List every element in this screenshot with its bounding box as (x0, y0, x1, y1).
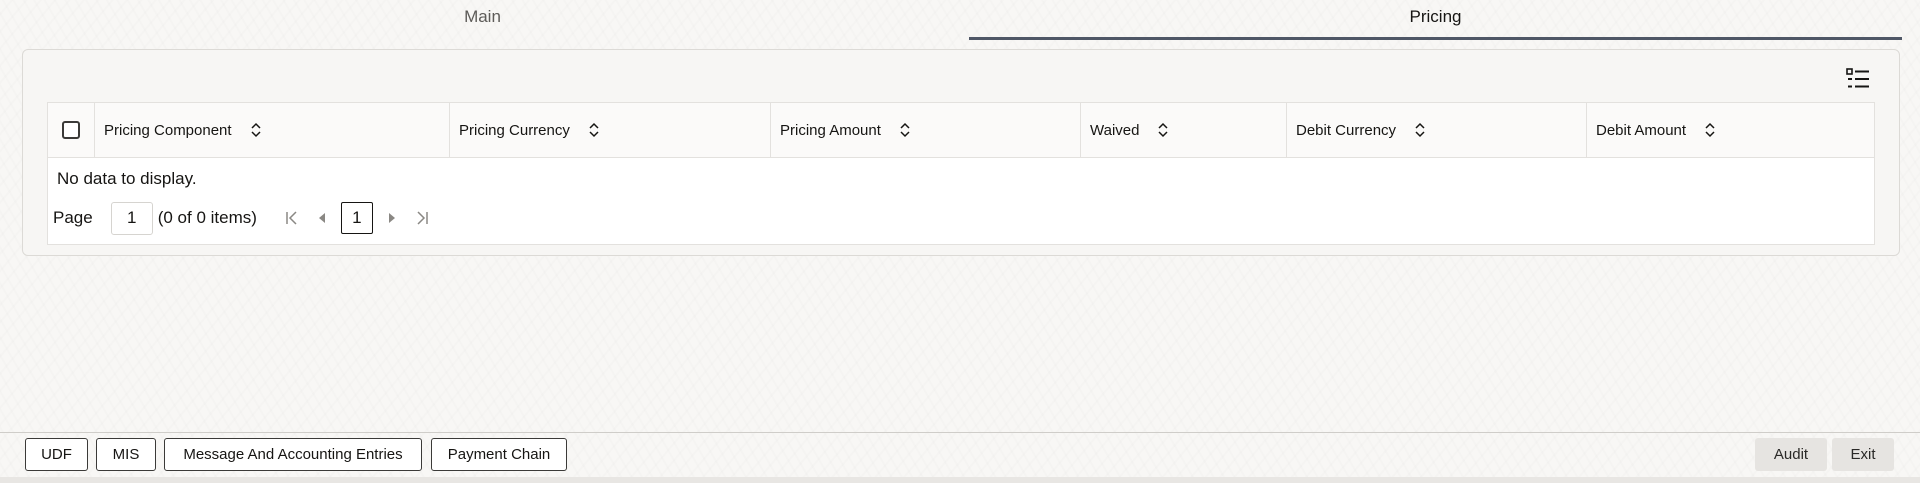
column-label: Pricing Component (104, 121, 232, 139)
tab-bar: Main Pricing (0, 0, 1902, 40)
column-label: Waived (1090, 121, 1140, 139)
select-all-cell (48, 103, 95, 157)
sort-icon[interactable] (250, 122, 262, 138)
empty-message: No data to display. (57, 169, 197, 188)
tab-main[interactable]: Main (0, 0, 965, 40)
column-header-debit-currency[interactable]: Debit Currency (1287, 103, 1587, 157)
page-label: Page (53, 208, 93, 227)
footer-bar: UDF MIS Message And Accounting Entries P… (0, 432, 1920, 483)
column-header-pricing-currency[interactable]: Pricing Currency (450, 103, 771, 157)
column-header-debit-amount[interactable]: Debit Amount (1587, 103, 1876, 157)
item-count: (0 of 0 items) (157, 208, 257, 227)
column-label: Debit Currency (1296, 121, 1397, 139)
list-view-icon[interactable] (1845, 66, 1871, 92)
sort-icon[interactable] (1414, 122, 1426, 138)
payment-chain-button[interactable]: Payment Chain (431, 438, 567, 471)
message-accounting-entries-button[interactable]: Message And Accounting Entries (164, 438, 422, 471)
previous-page-icon[interactable] (307, 202, 337, 234)
pagination: Page (0 of 0 items) 1 (53, 201, 437, 235)
sort-icon[interactable] (899, 122, 911, 138)
column-header-pricing-component[interactable]: Pricing Component (95, 103, 450, 157)
column-label: Pricing Currency (459, 121, 570, 139)
audit-button[interactable]: Audit (1755, 438, 1827, 471)
mis-button[interactable]: MIS (96, 438, 156, 471)
pricing-panel: Pricing Component Pricing Currency Prici… (22, 49, 1900, 256)
table-header: Pricing Component Pricing Currency Prici… (48, 103, 1874, 158)
column-header-waived[interactable]: Waived (1081, 103, 1287, 157)
select-all-checkbox[interactable] (62, 121, 80, 139)
tab-pricing[interactable]: Pricing (969, 0, 1902, 40)
column-label: Pricing Amount (780, 121, 881, 139)
page: Main Pricing Pricing Component Pricing C… (0, 0, 1920, 483)
pricing-table: Pricing Component Pricing Currency Prici… (47, 102, 1875, 245)
page-number-input[interactable] (110, 201, 153, 235)
first-page-icon[interactable] (277, 202, 307, 234)
current-page-button[interactable]: 1 (340, 202, 373, 234)
next-page-icon[interactable] (377, 202, 407, 234)
sort-icon[interactable] (1704, 122, 1716, 138)
exit-button[interactable]: Exit (1832, 438, 1894, 471)
footer-strip (0, 477, 1920, 483)
column-label: Debit Amount (1596, 121, 1687, 139)
column-header-pricing-amount[interactable]: Pricing Amount (771, 103, 1081, 157)
sort-icon[interactable] (1157, 122, 1169, 138)
udf-button[interactable]: UDF (25, 438, 88, 471)
last-page-icon[interactable] (407, 202, 437, 234)
sort-icon[interactable] (588, 122, 600, 138)
